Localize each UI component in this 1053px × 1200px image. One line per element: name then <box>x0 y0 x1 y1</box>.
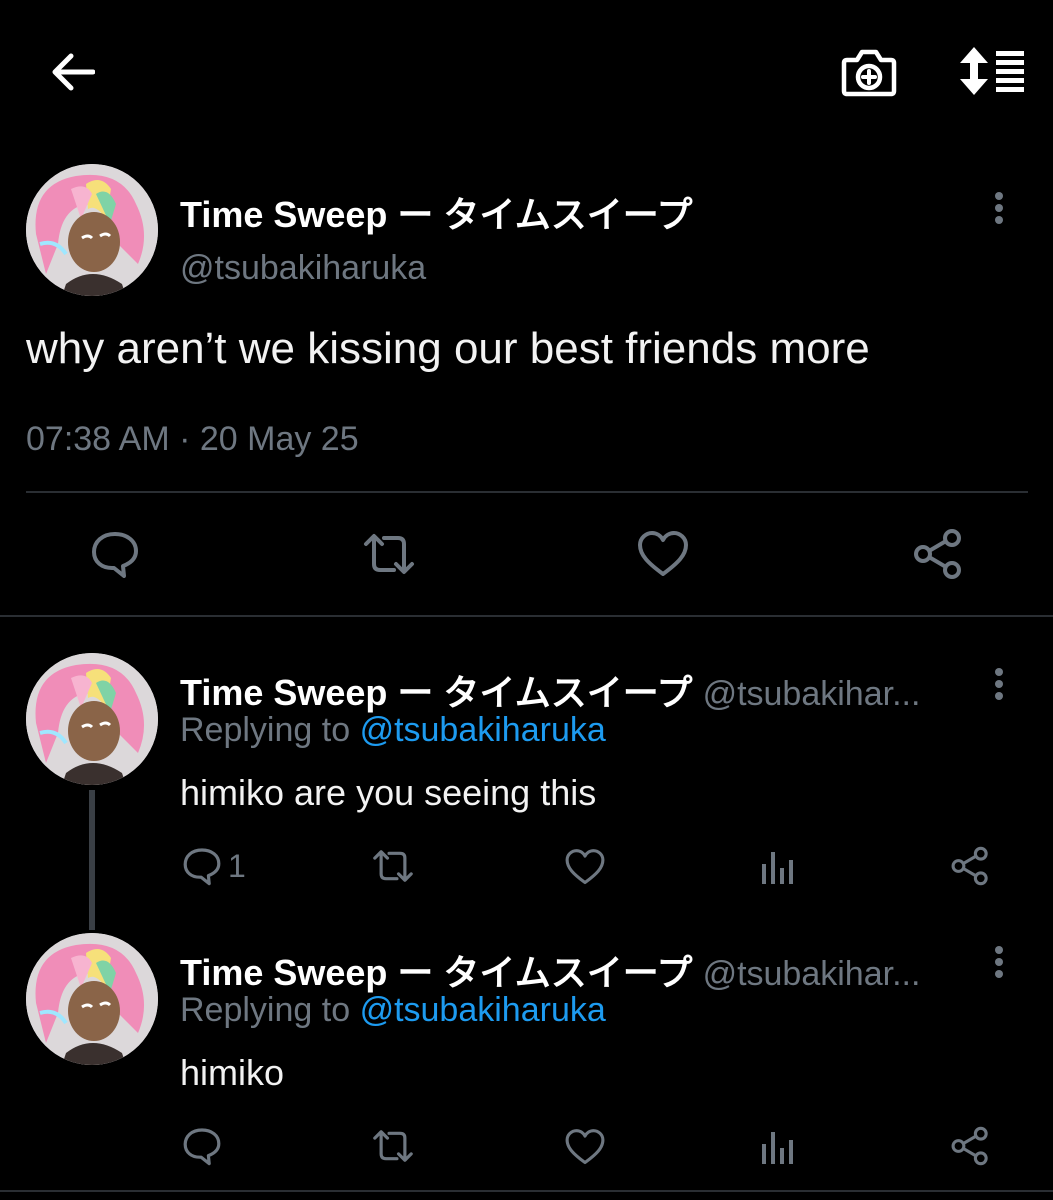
tweet-timestamp: 07:38 AM · 20 May 25 <box>26 420 359 458</box>
avatar[interactable] <box>26 933 158 1065</box>
sort-button[interactable] <box>954 40 1028 102</box>
like-button[interactable] <box>564 1128 606 1166</box>
back-button[interactable] <box>40 44 104 100</box>
retweet-icon <box>364 534 414 574</box>
retweet-button[interactable] <box>360 530 418 578</box>
heart-icon <box>565 849 605 885</box>
replying-to-label: Replying to <box>180 711 351 749</box>
share-button[interactable] <box>950 846 990 886</box>
share-icon <box>951 846 988 886</box>
avatar-image <box>26 653 158 785</box>
comment-icon <box>183 848 221 886</box>
like-button[interactable] <box>636 530 690 578</box>
author-handle[interactable]: @tsubakiharuka <box>180 249 426 288</box>
more-options-button[interactable] <box>984 186 1014 230</box>
arrow-left-icon <box>52 53 95 91</box>
replying-to-link[interactable]: @tsubakiharuka <box>360 991 606 1029</box>
more-vertical-icon <box>995 946 1003 978</box>
share-button[interactable] <box>912 528 964 580</box>
avatar[interactable] <box>26 653 158 785</box>
author-name[interactable]: Time Sweep ー タイムスイープ <box>180 952 693 993</box>
author-handle[interactable]: @tsubakihar... <box>703 675 921 713</box>
reply-button[interactable] <box>90 530 140 578</box>
more-vertical-icon <box>995 192 1003 224</box>
reply-header: Time Sweep ー タイムスイープ @tsubakihar... <box>180 944 920 996</box>
heart-icon <box>565 1129 605 1165</box>
retweet-button[interactable] <box>370 1127 416 1165</box>
author-name[interactable]: Time Sweep ー タイムスイープ <box>180 672 693 713</box>
avatar[interactable] <box>26 164 158 296</box>
divider <box>26 491 1028 493</box>
author-handle[interactable]: @tsubakihar... <box>703 955 921 993</box>
reply-text: himiko are you seeing this <box>180 772 597 813</box>
camera-plus-icon <box>841 49 897 97</box>
analytics-icon <box>762 852 793 884</box>
tweet-text: why aren’t we kissing our best friends m… <box>26 324 870 373</box>
retweet-icon <box>373 850 413 882</box>
share-icon <box>914 529 961 579</box>
analytics-button[interactable] <box>760 850 794 886</box>
retweet-button[interactable] <box>370 847 416 885</box>
more-options-button[interactable] <box>984 662 1014 706</box>
sort-list-icon <box>960 47 1024 95</box>
replying-to-label: Replying to <box>180 991 351 1029</box>
more-vertical-icon <box>995 668 1003 700</box>
replying-to: Replying to @tsubakiharuka <box>180 711 606 750</box>
more-options-button[interactable] <box>984 940 1014 984</box>
comment-icon <box>92 532 138 578</box>
comment-icon <box>183 1128 221 1166</box>
section-divider <box>0 615 1053 617</box>
retweet-icon <box>373 1130 413 1162</box>
author-name[interactable]: Time Sweep ー タイムスイープ <box>180 186 693 238</box>
replying-to: Replying to @tsubakiharuka <box>180 991 606 1030</box>
thread-line <box>89 790 95 930</box>
bottom-divider <box>0 1190 1053 1192</box>
avatar-image <box>26 933 158 1065</box>
analytics-button[interactable] <box>760 1130 794 1166</box>
reply-button[interactable] <box>182 1126 228 1166</box>
share-icon <box>951 1126 988 1166</box>
camera-button[interactable] <box>836 42 902 102</box>
like-button[interactable] <box>564 848 606 886</box>
heart-icon <box>638 531 688 576</box>
analytics-icon <box>762 1132 793 1164</box>
replying-to-link[interactable]: @tsubakiharuka <box>360 711 606 749</box>
share-button[interactable] <box>950 1126 990 1166</box>
reply-header: Time Sweep ー タイムスイープ @tsubakihar... <box>180 664 920 716</box>
reply-text: himiko <box>180 1052 285 1093</box>
avatar-image <box>26 164 158 296</box>
reply-count: 1 <box>228 847 246 884</box>
reply-button[interactable]: 1 <box>182 846 246 886</box>
